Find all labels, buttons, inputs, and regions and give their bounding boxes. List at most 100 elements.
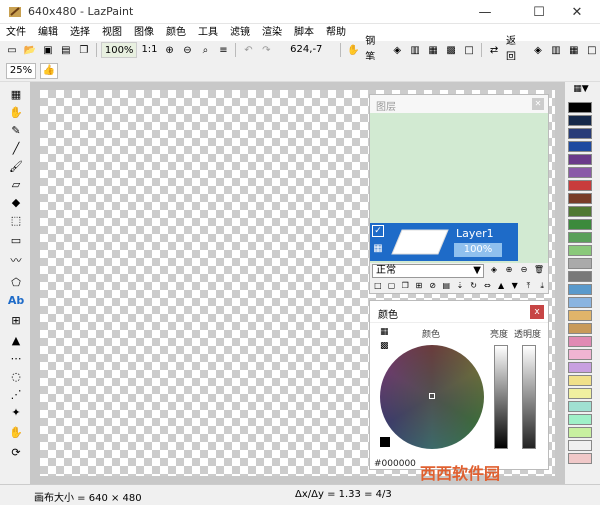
duplicate-layer-icon[interactable]: ❐ (399, 280, 411, 292)
texture-icon[interactable]: ▦ (425, 42, 441, 58)
palette-swatch[interactable] (568, 219, 592, 230)
color-hex-value[interactable]: #000000 (374, 459, 416, 469)
palette-icon[interactable]: ▦ (380, 327, 392, 339)
menu-colors[interactable]: 颜色 (160, 24, 192, 41)
layer-visible-checkbox[interactable]: ✓ (372, 225, 384, 237)
palette-menu-icon[interactable]: ▦▼ (568, 84, 594, 98)
delete-layer-icon[interactable]: ⊘ (427, 280, 439, 292)
blank-back-icon[interactable]: □ (584, 42, 600, 58)
flip-layer-icon[interactable]: ⇔ (482, 280, 494, 292)
palette-swatch[interactable] (568, 310, 592, 321)
redo-icon[interactable]: ↷ (258, 42, 274, 58)
fill-icon[interactable]: ◈ (488, 264, 500, 276)
palette-swatch[interactable] (568, 336, 592, 347)
menu-image[interactable]: 图像 (128, 24, 160, 41)
palette-swatch[interactable] (568, 453, 592, 464)
palette-swatch[interactable] (568, 180, 592, 191)
rectangle-icon[interactable]: ▭ (8, 232, 24, 248)
menu-render[interactable]: 渲染 (256, 24, 288, 41)
layer-props-icon[interactable]: ▤ (440, 280, 452, 292)
move-selection-icon[interactable]: ✋ (8, 424, 24, 440)
select-arrow-icon[interactable]: ⬚ (8, 212, 24, 228)
swap-colors-icon[interactable]: ▩ (380, 341, 392, 353)
palette-swatch[interactable] (568, 284, 592, 295)
close-button[interactable]: ✕ (554, 0, 600, 24)
text-tool-icon[interactable]: Ab (8, 292, 24, 308)
menu-help[interactable]: 帮助 (320, 24, 352, 41)
move-down-icon[interactable]: ▼ (509, 280, 521, 292)
palette-swatch[interactable] (568, 271, 592, 282)
palette-swatch[interactable] (568, 193, 592, 204)
palette-swatch[interactable] (568, 297, 592, 308)
zoom-percent-button[interactable]: 100% (100, 42, 138, 58)
polyline-icon[interactable]: 〰 (8, 252, 24, 268)
zoom-ratio-button[interactable]: 1:1 (139, 42, 159, 58)
texture-back-icon[interactable]: ▦ (566, 42, 582, 58)
palette-swatch[interactable] (568, 349, 592, 360)
palette-swatch[interactable] (568, 440, 592, 451)
menu-filters[interactable]: 滤镜 (224, 24, 256, 41)
poly-select-icon[interactable]: ⋰ (8, 386, 24, 402)
ellipse-select-icon[interactable]: ◌ (8, 368, 24, 384)
hand-icon[interactable]: ✋ (345, 42, 361, 58)
palette-swatch[interactable] (568, 401, 592, 412)
color-wheel-cursor[interactable] (429, 393, 435, 399)
palette-swatch[interactable] (568, 362, 592, 373)
menu-view[interactable]: 视图 (96, 24, 128, 41)
alpha-slider[interactable] (522, 345, 536, 449)
layer-opacity[interactable]: 100% (454, 243, 502, 257)
blend-mode-select[interactable]: 正常 ▼ (372, 264, 484, 278)
new-layer-icon[interactable]: □ (372, 280, 384, 292)
polygon-icon[interactable]: ⬠ (8, 274, 24, 290)
zoom-out-icon[interactable]: ⊖ (180, 42, 196, 58)
palette-swatch[interactable] (568, 427, 592, 438)
new-file-icon[interactable]: ▭ (4, 42, 20, 58)
palette-swatch[interactable] (568, 102, 592, 113)
menu-script[interactable]: 脚本 (288, 24, 320, 41)
blank-icon[interactable]: □ (461, 42, 477, 58)
layer-down-icon[interactable]: ⤓ (536, 280, 548, 292)
rotate-layer-icon[interactable]: ↻ (468, 280, 480, 292)
layer-row[interactable]: ✓ ▦ Layer1 100% (370, 223, 518, 261)
menu-file[interactable]: 文件 (0, 24, 32, 41)
palette-swatch[interactable] (568, 154, 592, 165)
menu-select[interactable]: 选择 (64, 24, 96, 41)
trash-icon[interactable]: 🗑 (533, 264, 545, 276)
current-color-swatch[interactable] (380, 437, 390, 447)
rotate-selection-icon[interactable]: ⟳ (8, 444, 24, 460)
open-folder-icon[interactable]: 📂 (22, 42, 38, 58)
import-layer-icon[interactable]: ⇣ (454, 280, 466, 292)
fill-icon[interactable]: ◈ (389, 42, 405, 58)
texture-map-icon[interactable]: ▲ (8, 332, 24, 348)
fill-back-icon[interactable]: ◈ (530, 42, 546, 58)
palette-swatch[interactable] (568, 388, 592, 399)
menu-edit[interactable]: 编辑 (32, 24, 64, 41)
layer-up-icon[interactable]: ⤒ (523, 280, 535, 292)
menu-tools[interactable]: 工具 (192, 24, 224, 41)
copy-icon[interactable]: ❐ (76, 42, 92, 58)
palette-swatch[interactable] (568, 323, 592, 334)
swap-icon[interactable]: ⇄ (486, 42, 502, 58)
minimize-button[interactable]: — (462, 0, 508, 24)
palette-swatch[interactable] (568, 375, 592, 386)
luminosity-slider[interactable] (494, 345, 508, 449)
magic-wand-icon[interactable]: ✦ (8, 404, 24, 420)
eraser-icon[interactable]: ▱ (8, 176, 24, 192)
thumbs-up-icon[interactable]: 👍 (40, 63, 58, 79)
save-icon[interactable]: ▣ (40, 42, 56, 58)
gradient-icon[interactable]: ▥ (407, 42, 423, 58)
palette-swatch[interactable] (568, 245, 592, 256)
palette-swatch[interactable] (568, 128, 592, 139)
zoom-out-icon[interactable]: ⊖ (518, 264, 530, 276)
merge-layer-icon[interactable]: ⊞ (413, 280, 425, 292)
pen-tool-icon[interactable]: ╱ (8, 140, 24, 156)
layers-stack-icon[interactable]: ≡ (215, 42, 231, 58)
palette-swatch[interactable] (568, 258, 592, 269)
palette-swatch[interactable] (568, 232, 592, 243)
move-up-icon[interactable]: ▲ (495, 280, 507, 292)
palette-swatch[interactable] (568, 115, 592, 126)
layers-close-icon[interactable]: ✕ (532, 98, 544, 110)
gradient-back-icon[interactable]: ▥ (548, 42, 564, 58)
palette-swatch[interactable] (568, 206, 592, 217)
palette-swatch[interactable] (568, 141, 592, 152)
